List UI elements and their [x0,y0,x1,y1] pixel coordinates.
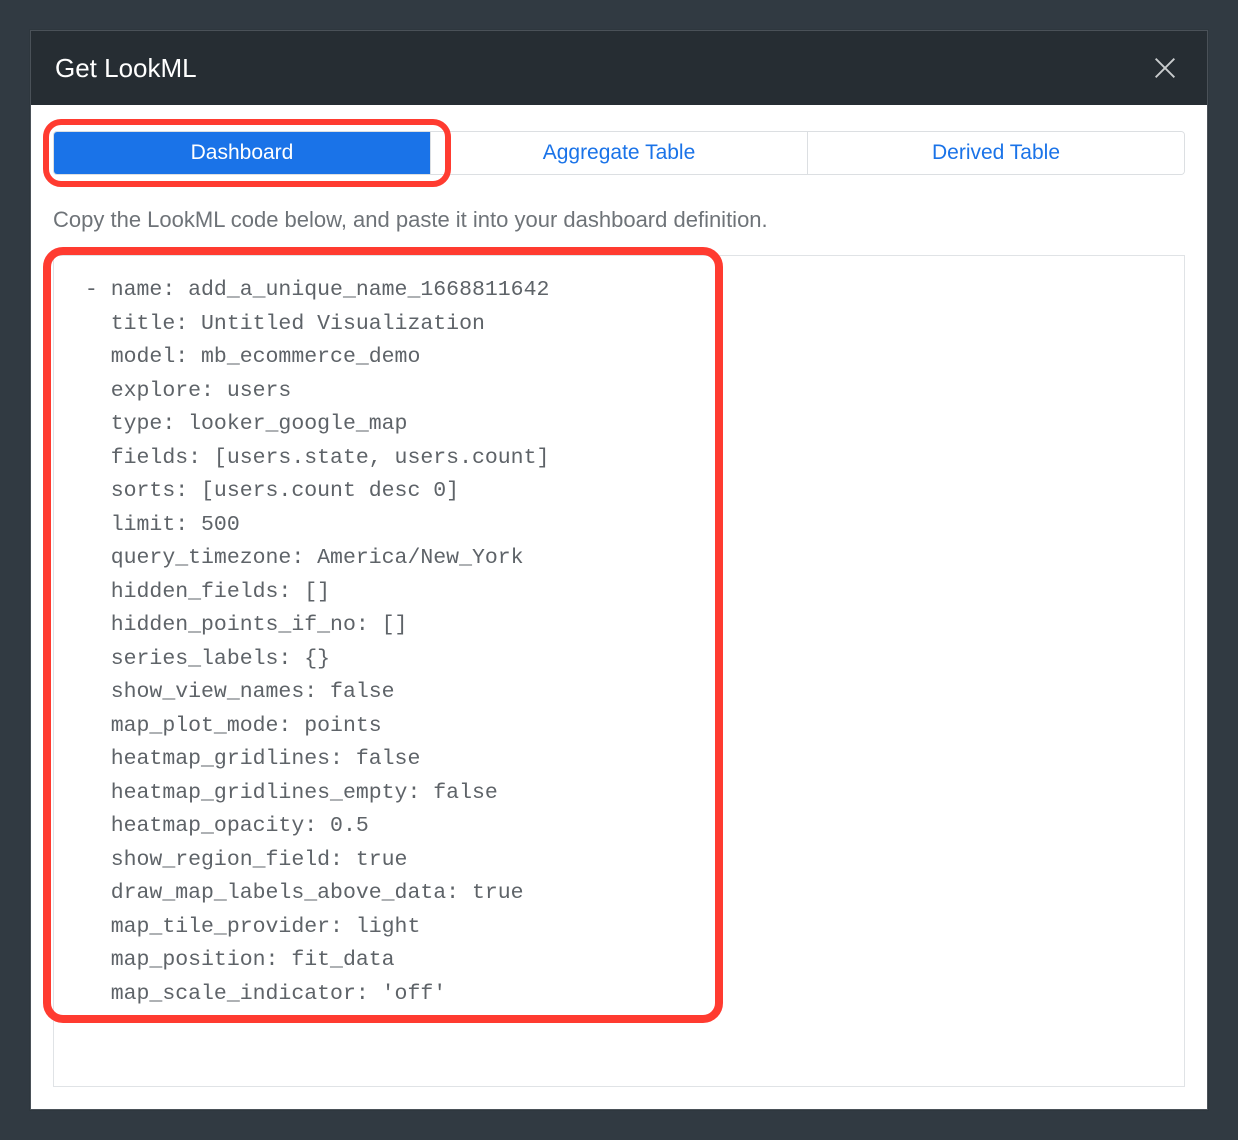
tab-dashboard[interactable]: Dashboard [54,132,431,174]
tab-label: Dashboard [191,141,294,165]
code-container [53,255,1185,1087]
tab-label: Aggregate Table [543,141,696,165]
modal-header: Get LookML [31,31,1207,105]
tab-group: Dashboard Aggregate Table Derived Table [53,131,1185,175]
modal-title: Get LookML [55,53,197,84]
tabs-container: Dashboard Aggregate Table Derived Table [53,131,1185,175]
tab-label: Derived Table [932,141,1060,165]
lookml-code-textarea[interactable] [53,255,1185,1087]
instruction-text: Copy the LookML code below, and paste it… [53,207,1185,233]
get-lookml-modal: Get LookML Dashboard Aggregate Table [30,30,1208,1110]
tab-derived-table[interactable]: Derived Table [808,132,1184,174]
modal-backdrop: Get LookML Dashboard Aggregate Table [0,0,1238,1140]
tab-aggregate-table[interactable]: Aggregate Table [431,132,808,174]
close-icon [1151,54,1179,82]
modal-body: Dashboard Aggregate Table Derived Table … [31,105,1207,1109]
close-button[interactable] [1147,50,1183,86]
